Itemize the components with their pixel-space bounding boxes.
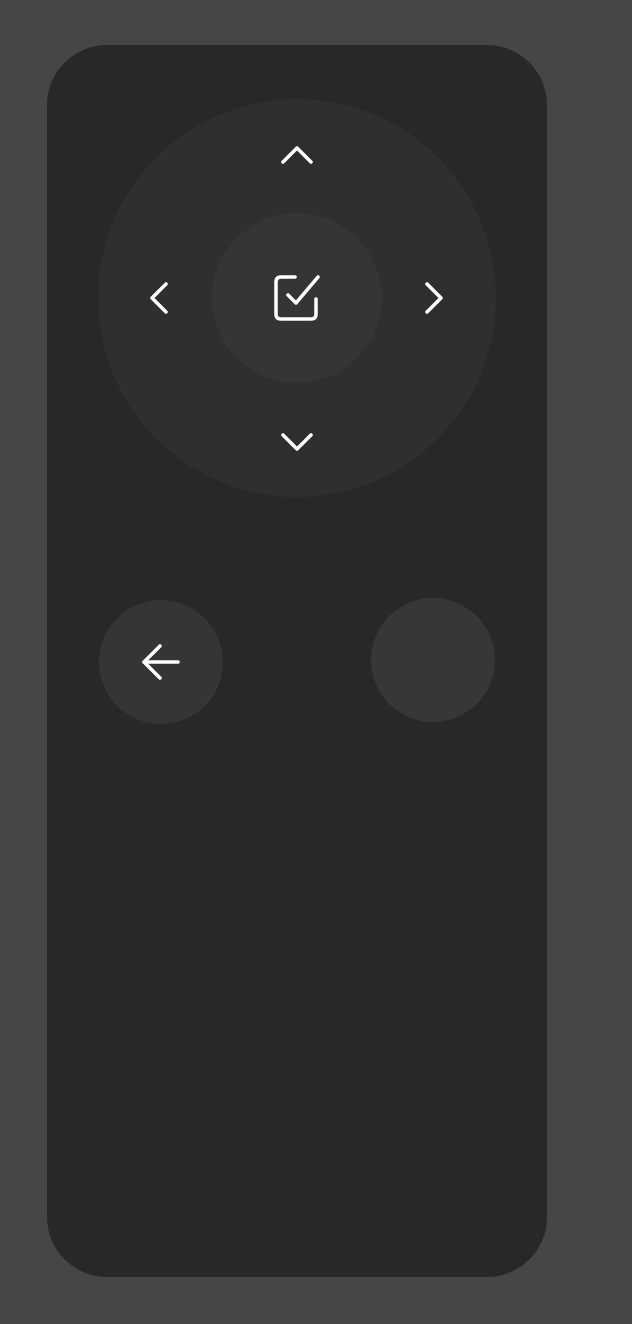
chevron-down-icon: [281, 433, 313, 451]
dpad: [98, 99, 496, 497]
back-button[interactable]: [99, 600, 223, 724]
remote-control: [47, 45, 547, 1277]
dpad-right-button[interactable]: [401, 266, 465, 330]
dpad-up-button[interactable]: [265, 124, 329, 188]
dpad-left-button[interactable]: [128, 266, 192, 330]
arrow-left-icon: [142, 644, 180, 680]
chevron-right-icon: [425, 282, 443, 314]
checkbox-check-icon: [274, 275, 320, 321]
chevron-left-icon: [150, 282, 168, 314]
dpad-down-button[interactable]: [265, 409, 329, 473]
select-button[interactable]: [212, 213, 382, 383]
unlabeled-button[interactable]: [371, 598, 495, 722]
chevron-up-icon: [281, 146, 313, 164]
